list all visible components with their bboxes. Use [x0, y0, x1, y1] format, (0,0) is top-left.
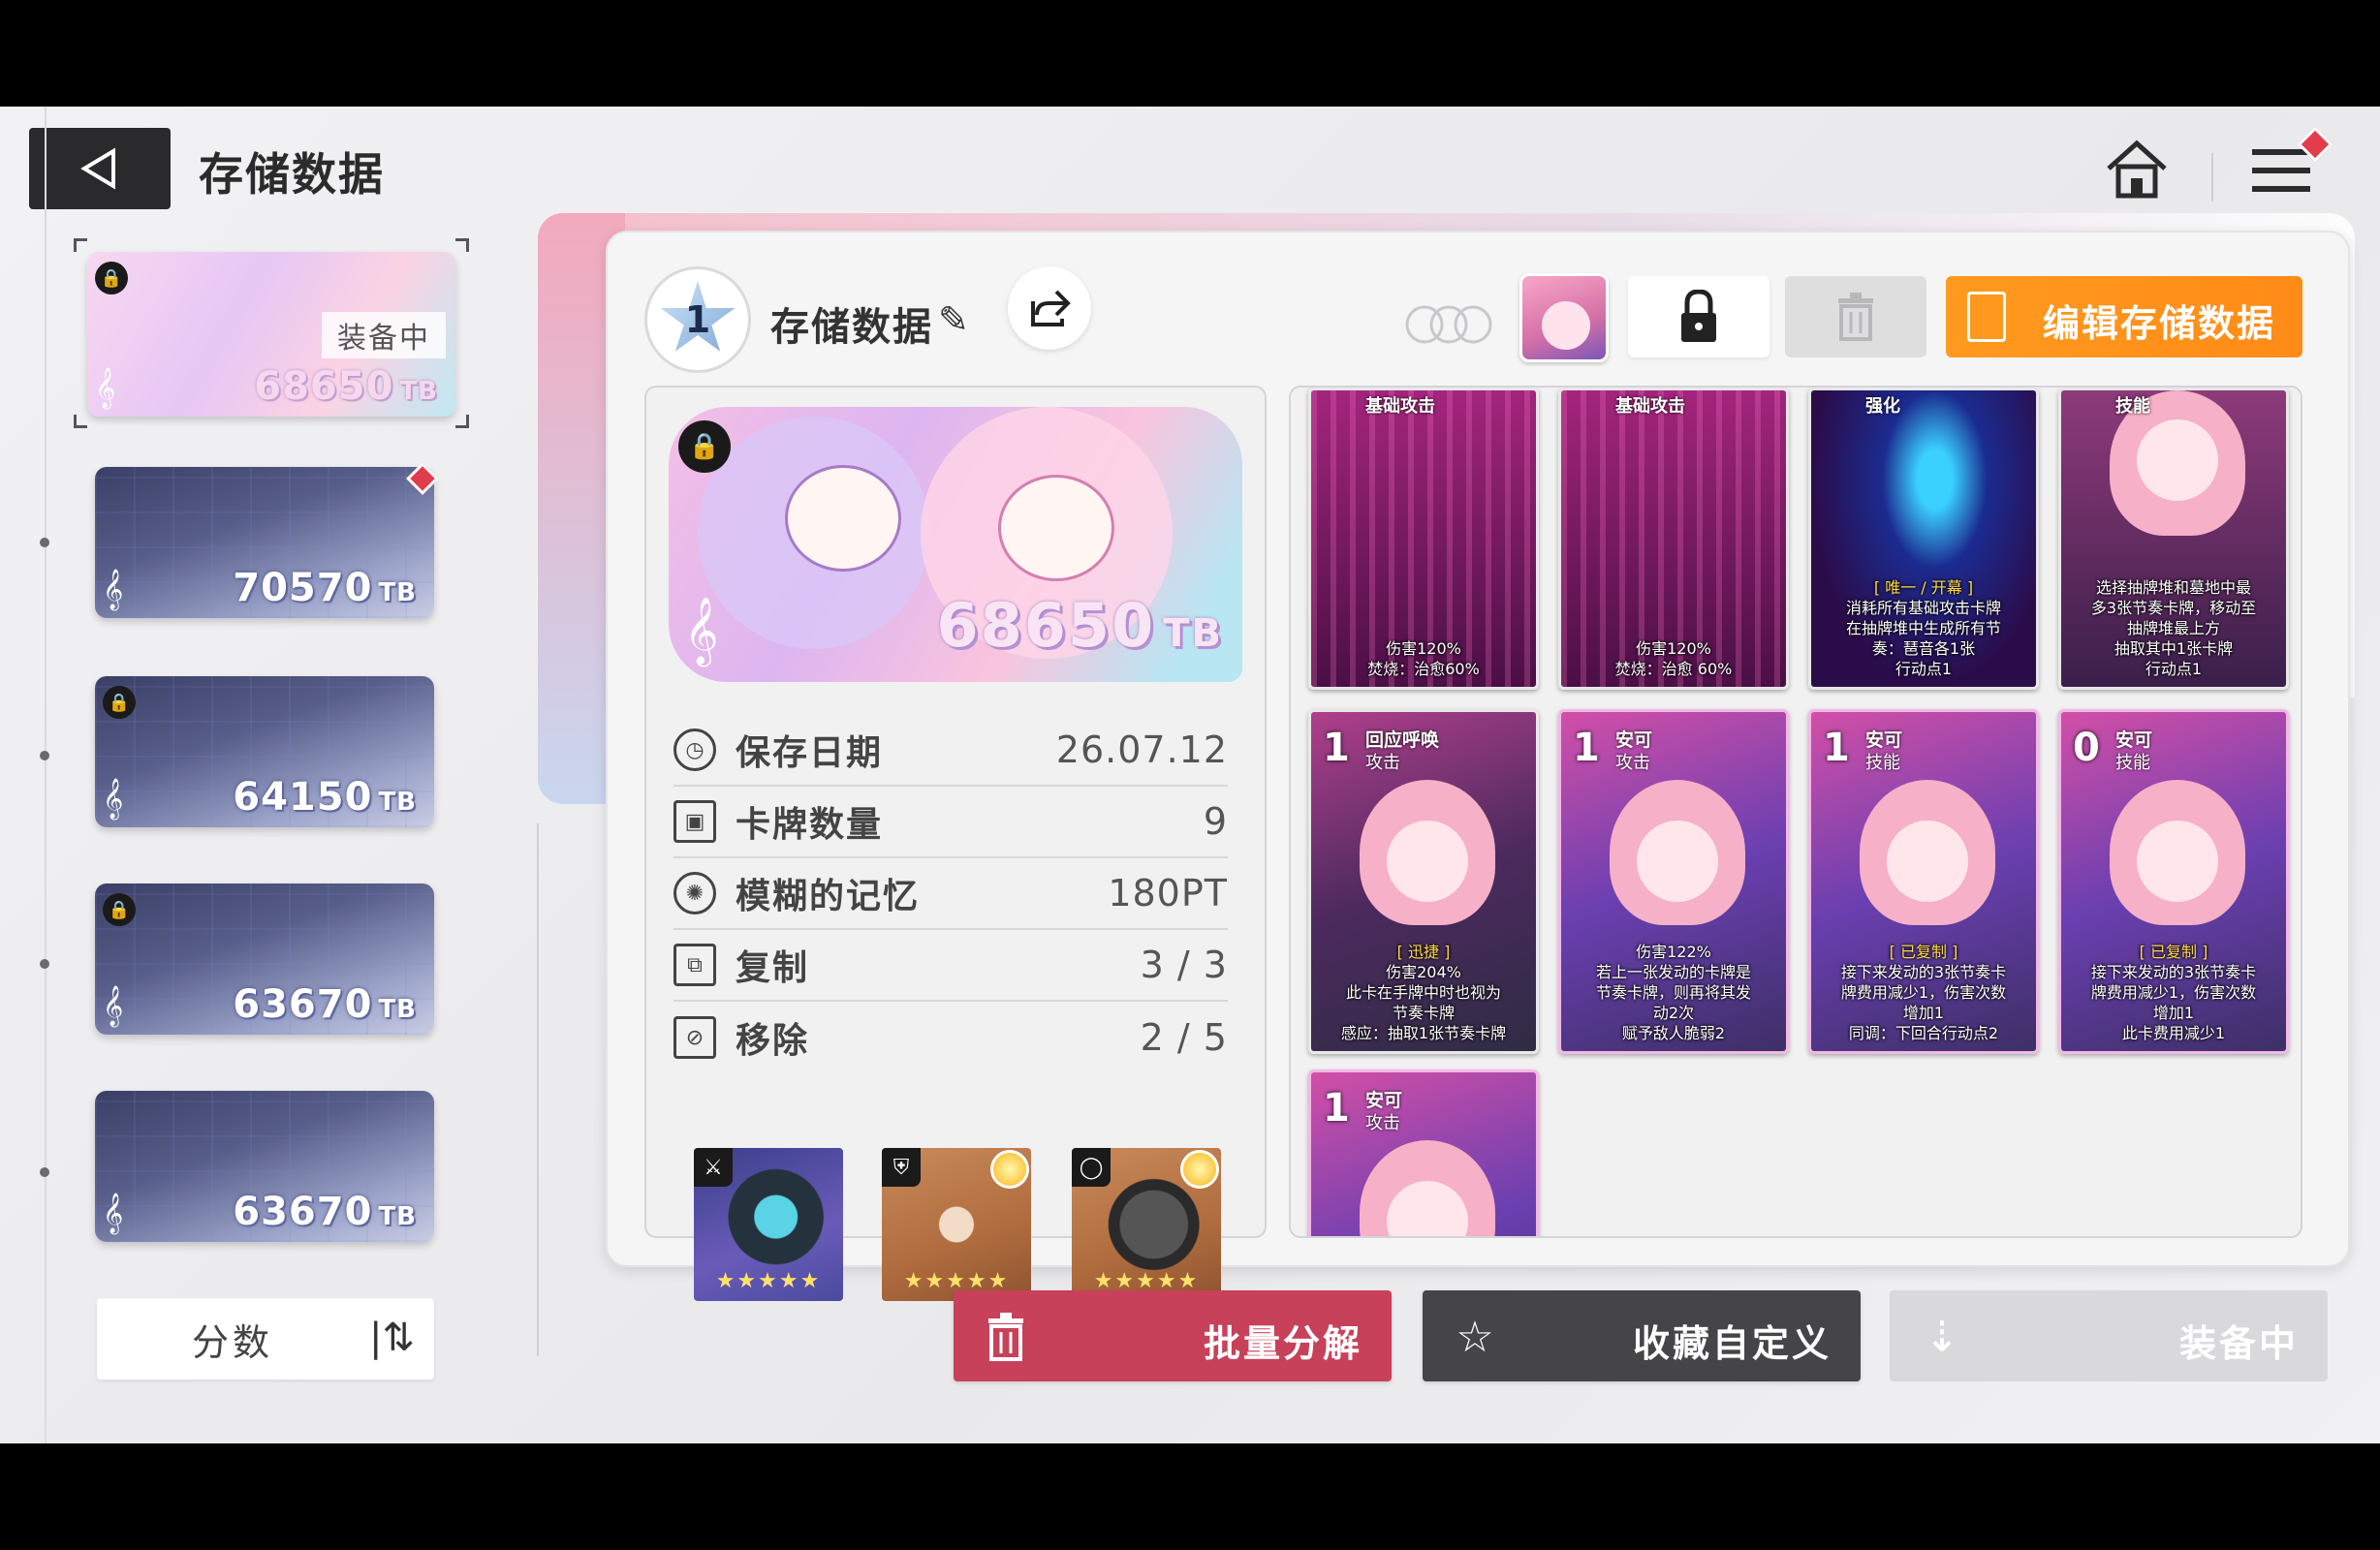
weapon-icon: ⚔ [694, 1148, 733, 1187]
stat-row-remove: ⊘ 移除 2 / 5 [673, 1002, 1228, 1073]
header-divider [2211, 153, 2213, 202]
deck-slot[interactable]: 𝄞 70570 TB [95, 467, 434, 618]
top-letterbox [0, 0, 2380, 107]
treble-clef-icon: 𝄞 [103, 570, 124, 609]
slot-value: 63670 TB [233, 982, 417, 1027]
share-icon [1031, 290, 1071, 326]
stat-row-save-date: ◷ 保存日期 26.07.12 [673, 715, 1228, 787]
card-item[interactable]: 1 安可 攻击 [1308, 1070, 1539, 1236]
storage-data-screen: 存储数据 🔒 装备中 𝄞 68650 TB 𝄞 70570 TB 🔒 𝄞 64150… [0, 107, 2380, 1443]
card-item[interactable]: 1 回应呼唤 攻击 [ 迅捷 ] 伤害204% 此卡在手牌中时也视为 节奏卡牌 感应：抽… [1308, 709, 1539, 1054]
trash-icon [1838, 293, 1873, 341]
remove-icon: ⊘ [673, 1016, 716, 1059]
favorite-custom-button[interactable]: ☆ 收藏自定义 [1423, 1290, 1861, 1381]
gear-slot-weapon[interactable]: ⚔ ★★★★★ [694, 1148, 843, 1301]
lock-icon: 🔒 [103, 893, 136, 926]
home-button[interactable] [2103, 136, 2171, 203]
card-item[interactable]: 强化 [ 唯一 / 开幕 ] 消耗所有基础攻击卡牌 在抽牌堆中生成所有节 奏：琶音各1… [1808, 388, 2039, 690]
stat-row-memory: ✺ 模糊的记忆 180PT [673, 858, 1228, 930]
page-title: 存储数据 [199, 148, 385, 201]
lock-icon [1681, 290, 1716, 342]
trash-icon [977, 1308, 1035, 1366]
lock-button[interactable] [1628, 276, 1769, 357]
lock-icon: 🔒 [103, 686, 136, 719]
card-item[interactable]: 1 安可 攻击 伤害122% 若上一张发动的卡牌是 节奏卡牌，则再将其发 动2次 赋予敌… [1558, 709, 1789, 1054]
card-edit-icon [1967, 292, 2006, 342]
lock-icon: 🔒 [95, 262, 128, 294]
brain-icon: ✺ [673, 872, 716, 914]
sort-order-icon: |⇅ [369, 1316, 415, 1360]
deck-score: 68650 TB [936, 590, 1223, 661]
card-item[interactable]: 0 安可 技能 [ 已复制 ] 接下来发动的3张节奏卡 牌费用减少1，伤害次数 增加1… [2058, 709, 2289, 1054]
sun-badge-icon [1180, 1150, 1219, 1189]
equipped-label: 装备中 [322, 312, 446, 358]
rename-pen-icon[interactable]: ✎ [938, 298, 969, 341]
deck-slot[interactable]: 𝄞 63670 TB [95, 1091, 434, 1242]
cards-icon: ▣ [673, 800, 716, 843]
equip-button[interactable]: ⇣ 装备中 [1890, 1290, 2328, 1381]
edit-deck-label: 编辑存储数据 [2043, 302, 2276, 345]
star-edit-icon: ☆ [1456, 1312, 1494, 1362]
deck-cover-art: 🔒 𝄞 68650 TB [669, 407, 1242, 682]
treble-clef-icon: 𝄞 [103, 1194, 124, 1233]
treble-clef-icon: 𝄞 [95, 368, 116, 408]
deck-name: 存储数据 [770, 305, 933, 350]
rail-dot [40, 1167, 49, 1177]
lock-icon: 🔒 [678, 420, 731, 473]
decor-line [537, 823, 539, 1356]
edit-deck-button[interactable]: 编辑存储数据 [1946, 276, 2302, 357]
treble-clef-icon: 𝄞 [103, 779, 124, 819]
clock-icon: ◷ [673, 728, 716, 771]
card-item[interactable]: 基础攻击 伤害120% 焚烧：治愈 60% [1558, 388, 1789, 690]
gear-slot-ring[interactable]: ◯ ★★★★★ [1072, 1148, 1221, 1301]
sun-badge-icon [990, 1150, 1029, 1189]
home-icon [2107, 140, 2167, 199]
treble-clef-icon: 𝄞 [103, 986, 124, 1026]
selection-corner [455, 415, 469, 428]
stat-row-card-count: ▣ 卡牌数量 9 [673, 787, 1228, 858]
sidebar-rail [45, 107, 47, 1443]
bottom-letterbox [0, 1443, 2380, 1550]
card-list[interactable]: 基础攻击 伤害120% 焚烧：治愈60% 基础攻击 伤害120% 焚烧：治愈 60%… [1289, 386, 2302, 1238]
slot-value: 64150 TB [233, 775, 417, 820]
selection-corner [74, 415, 87, 428]
bulk-dismantle-button[interactable]: 批量分解 [954, 1290, 1392, 1381]
rank-number: 1 [684, 298, 711, 341]
ring-icon: ◯ [1072, 1148, 1111, 1187]
share-button[interactable] [1008, 266, 1091, 350]
slot-value: 63670 TB [233, 1190, 417, 1234]
rail-dot [40, 751, 49, 760]
card-item[interactable]: 基础攻击 伤害120% 焚烧：治愈60% [1308, 388, 1539, 690]
sort-button[interactable]: 分数 |⇅ [97, 1298, 434, 1380]
selection-corner [74, 238, 87, 252]
slot-value: 68650 TB [254, 364, 438, 409]
back-button[interactable] [29, 128, 171, 209]
copy-icon: ⧉ [673, 944, 716, 986]
deck-slot-selected[interactable]: 🔒 装备中 𝄞 68650 TB [87, 252, 455, 417]
deck-slot[interactable]: 🔒 𝄞 64150 TB [95, 676, 434, 827]
card-item[interactable]: 1 安可 技能 [ 已复制 ] 接下来发动的3张节奏卡 牌费用减少1，伤害次数 增加1… [1808, 709, 2039, 1054]
equip-download-icon: ⇣ [1924, 1312, 1960, 1362]
gear-slot-armor[interactable]: ⛨ ★★★★★ [882, 1148, 1031, 1301]
sort-label: 分数 [191, 1320, 273, 1364]
decor-rings-icon [1405, 305, 1492, 344]
card-item[interactable]: 技能 选择抽牌堆和墓地中最 多3张节奏卡牌，移动至 抽牌堆最上方 抽取其中1张卡牌 行动… [2058, 388, 2289, 690]
rank-badge: 1 [644, 266, 751, 373]
delete-button[interactable] [1785, 276, 1926, 357]
rail-dot [40, 538, 49, 547]
stat-row-copy: ⧉ 复制 3 / 3 [673, 930, 1228, 1002]
back-arrow-icon [80, 147, 115, 190]
treble-clef-icon: 𝄞 [684, 597, 719, 665]
slot-value: 70570 TB [233, 566, 417, 610]
rail-dot [40, 959, 49, 969]
selection-corner [455, 238, 469, 252]
deck-slot[interactable]: 🔒 𝄞 63670 TB [95, 884, 434, 1035]
armor-icon: ⛨ [882, 1148, 921, 1187]
character-avatar[interactable] [1519, 273, 1609, 362]
